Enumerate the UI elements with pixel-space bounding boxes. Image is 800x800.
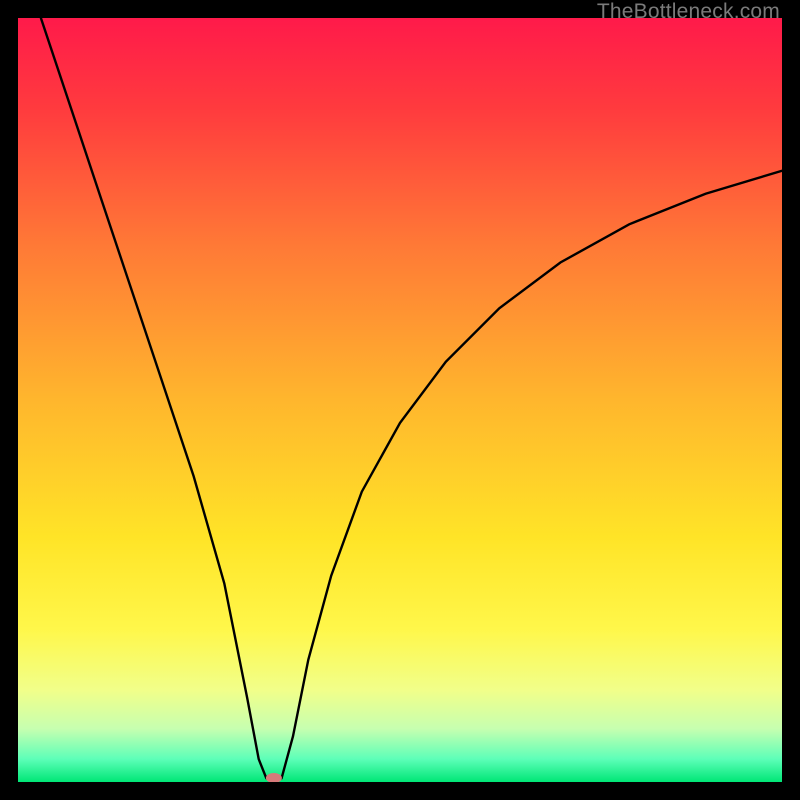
bottleneck-chart [18, 18, 782, 782]
chart-frame [18, 18, 782, 782]
watermark-text: TheBottleneck.com [597, 0, 780, 24]
gradient-background [18, 18, 782, 782]
